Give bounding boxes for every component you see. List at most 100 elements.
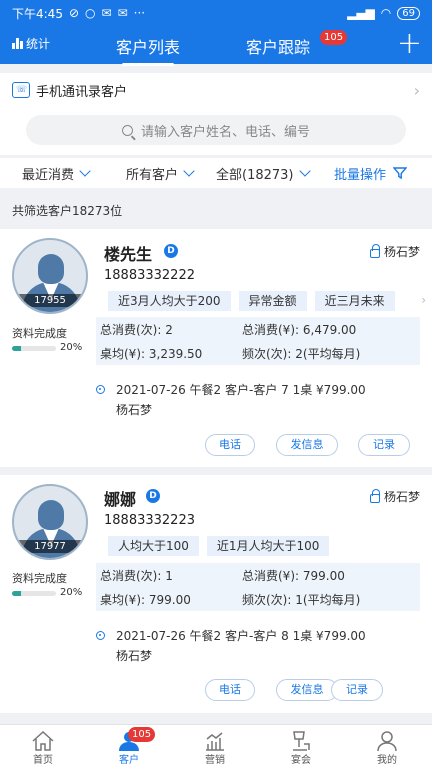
total-amount-value: 6,479.00 bbox=[302, 323, 357, 337]
avatar: 17977 bbox=[12, 484, 88, 560]
tag: 近三月未来 bbox=[314, 291, 395, 311]
frequency-value: 2(平均每月) bbox=[295, 347, 361, 361]
search-area: 请输入客户姓名、电话、编号 bbox=[0, 107, 432, 155]
tab-marketing[interactable]: 营销 bbox=[172, 725, 258, 768]
bottom-tab-bar: 首页 105 客户 营销 宴会 我的 bbox=[0, 724, 432, 768]
phone-book-icon: ☏ bbox=[12, 82, 30, 98]
message-button[interactable]: 发信息 bbox=[276, 679, 338, 701]
call-button[interactable]: 电话 bbox=[205, 679, 255, 701]
customer-card[interactable]: 17977 娜娜 D 杨石梦 18883332223 人均大于100 近1月人均… bbox=[0, 475, 432, 713]
top-nav: 统计 客户列表 客户跟踪 105 + bbox=[0, 26, 432, 66]
status-time: 下午4:45 bbox=[12, 6, 63, 21]
customer-phone: 18883332223 bbox=[104, 513, 195, 528]
tag-list: 人均大于100 近1月人均大于100 bbox=[108, 536, 420, 556]
frequency-label: 频次(次): bbox=[242, 347, 292, 361]
search-icon bbox=[121, 124, 136, 141]
filter-customer-type[interactable]: 所有客户 bbox=[126, 164, 195, 183]
tab-customers-label: 客户 bbox=[119, 755, 139, 766]
filter-recent-label: 最近消费 bbox=[22, 167, 75, 183]
stats-label: 统计 bbox=[26, 37, 51, 51]
stats-button[interactable]: 统计 bbox=[12, 35, 50, 52]
tab-customer-follow[interactable]: 客户跟踪 bbox=[246, 34, 310, 58]
chevron-right-icon: › bbox=[421, 293, 426, 307]
signal-icon: ▂▄▆ bbox=[347, 6, 375, 20]
follow-count-badge: 105 bbox=[320, 30, 348, 45]
owner-name: 杨石梦 bbox=[383, 490, 420, 504]
home-icon bbox=[32, 730, 54, 751]
tag: 异常金额 bbox=[238, 291, 307, 311]
total-amount-label: 总消费(¥): bbox=[242, 323, 300, 337]
tab-home[interactable]: 首页 bbox=[0, 725, 86, 768]
add-customer-button[interactable]: + bbox=[397, 28, 422, 60]
eye-icon bbox=[96, 385, 105, 394]
search-input[interactable]: 请输入客户姓名、电话、编号 bbox=[26, 115, 406, 145]
tab-customers[interactable]: 105 客户 bbox=[86, 725, 172, 768]
total-count-value: 1 bbox=[165, 569, 173, 583]
filter-bar: 最近消费 所有客户 全部(18273) 批量操作 bbox=[0, 158, 432, 188]
phone-contacts-label: 手机通讯录客户 bbox=[36, 84, 128, 100]
customers-badge: 105 bbox=[128, 727, 156, 742]
tab-banquet-label: 宴会 bbox=[291, 755, 311, 766]
level-badge: D bbox=[146, 489, 160, 503]
total-count-label: 总消费(次): bbox=[100, 323, 162, 337]
tag: 人均大于100 bbox=[108, 536, 199, 556]
filter-type-label: 所有客户 bbox=[126, 167, 179, 183]
frequency-label: 频次(次): bbox=[242, 593, 292, 607]
record-staff: 杨石梦 bbox=[116, 403, 153, 417]
record-button[interactable]: 记录 bbox=[331, 679, 383, 701]
tab-banquet[interactable]: 宴会 bbox=[258, 725, 344, 768]
total-amount-value: 799.00 bbox=[302, 569, 345, 583]
chevron-right-icon: › bbox=[413, 80, 420, 100]
owner-name: 杨石梦 bbox=[383, 245, 420, 259]
filter-all-label: 全部(18273) bbox=[216, 167, 294, 183]
completeness-label: 资料完成度 bbox=[12, 572, 67, 585]
owner: 杨石梦 bbox=[369, 243, 420, 260]
unlock-icon bbox=[369, 489, 380, 503]
notification-icon: ○ bbox=[85, 6, 96, 20]
completeness-bar bbox=[12, 346, 56, 351]
message-button[interactable]: 发信息 bbox=[276, 434, 338, 456]
customer-card[interactable]: 17955 楼先生 D 杨石梦 18883332222 近3月人均大于200 异… bbox=[0, 229, 432, 467]
phone-contacts-row[interactable]: ☏ 手机通讯录客户 › bbox=[0, 73, 432, 107]
tab-mine[interactable]: 我的 bbox=[344, 725, 430, 768]
batch-operation-button[interactable]: 批量操作 bbox=[334, 164, 408, 183]
consumption-stats: 总消费(次): 1 总消费(¥): 799.00 桌均(¥): 799.00 频… bbox=[96, 563, 420, 611]
mail-icon-2: ✉ bbox=[117, 6, 128, 20]
mail-icon: ✉ bbox=[101, 6, 112, 20]
marketing-chart-icon bbox=[206, 732, 224, 751]
customer-id: 17977 bbox=[14, 540, 86, 553]
per-table-value: 799.00 bbox=[148, 593, 191, 607]
banquet-icon bbox=[293, 731, 310, 751]
customer-name: 娜娜 bbox=[104, 490, 137, 509]
search-placeholder: 请输入客户姓名、电话、编号 bbox=[140, 124, 310, 140]
eye-icon bbox=[96, 631, 105, 640]
frequency-value: 1(平均每月) bbox=[295, 593, 361, 607]
total-amount-label: 总消费(¥): bbox=[242, 569, 300, 583]
bar-chart-icon bbox=[12, 38, 23, 49]
per-table-value: 3,239.50 bbox=[148, 347, 203, 361]
avatar: 17955 bbox=[12, 238, 88, 314]
customer-phone: 18883332222 bbox=[104, 268, 195, 283]
chevron-down-icon bbox=[298, 164, 311, 177]
record-detail: 2021-07-26 午餐2 客户-客户 8 1桌 ¥799.00 bbox=[116, 629, 366, 643]
record-detail: 2021-07-26 午餐2 客户-客户 7 1桌 ¥799.00 bbox=[116, 383, 366, 397]
tab-home-label: 首页 bbox=[33, 755, 53, 766]
customer-id: 17955 bbox=[14, 294, 86, 307]
per-table-label: 桌均(¥): bbox=[100, 593, 146, 607]
filter-icon bbox=[393, 167, 408, 180]
tag: 近1月人均大于100 bbox=[206, 536, 330, 556]
chevron-down-icon bbox=[79, 164, 91, 177]
call-button[interactable]: 电话 bbox=[205, 434, 255, 456]
tag: 近3月人均大于200 bbox=[108, 291, 231, 311]
consumption-stats: 总消费(次): 2 总消费(¥): 6,479.00 桌均(¥): 3,239.… bbox=[96, 317, 420, 365]
profile-icon bbox=[377, 731, 397, 752]
per-table-label: 桌均(¥): bbox=[100, 347, 146, 361]
completeness-value: 20% bbox=[60, 587, 83, 598]
filter-recent-consumption[interactable]: 最近消费 bbox=[22, 164, 91, 183]
tab-customer-list[interactable]: 客户列表 bbox=[116, 34, 180, 66]
filter-all-count[interactable]: 全部(18273) bbox=[216, 164, 311, 183]
tab-mine-label: 我的 bbox=[377, 755, 397, 766]
record-button[interactable]: 记录 bbox=[358, 434, 410, 456]
tab-marketing-label: 营销 bbox=[205, 755, 225, 766]
batch-label: 批量操作 bbox=[334, 167, 387, 183]
